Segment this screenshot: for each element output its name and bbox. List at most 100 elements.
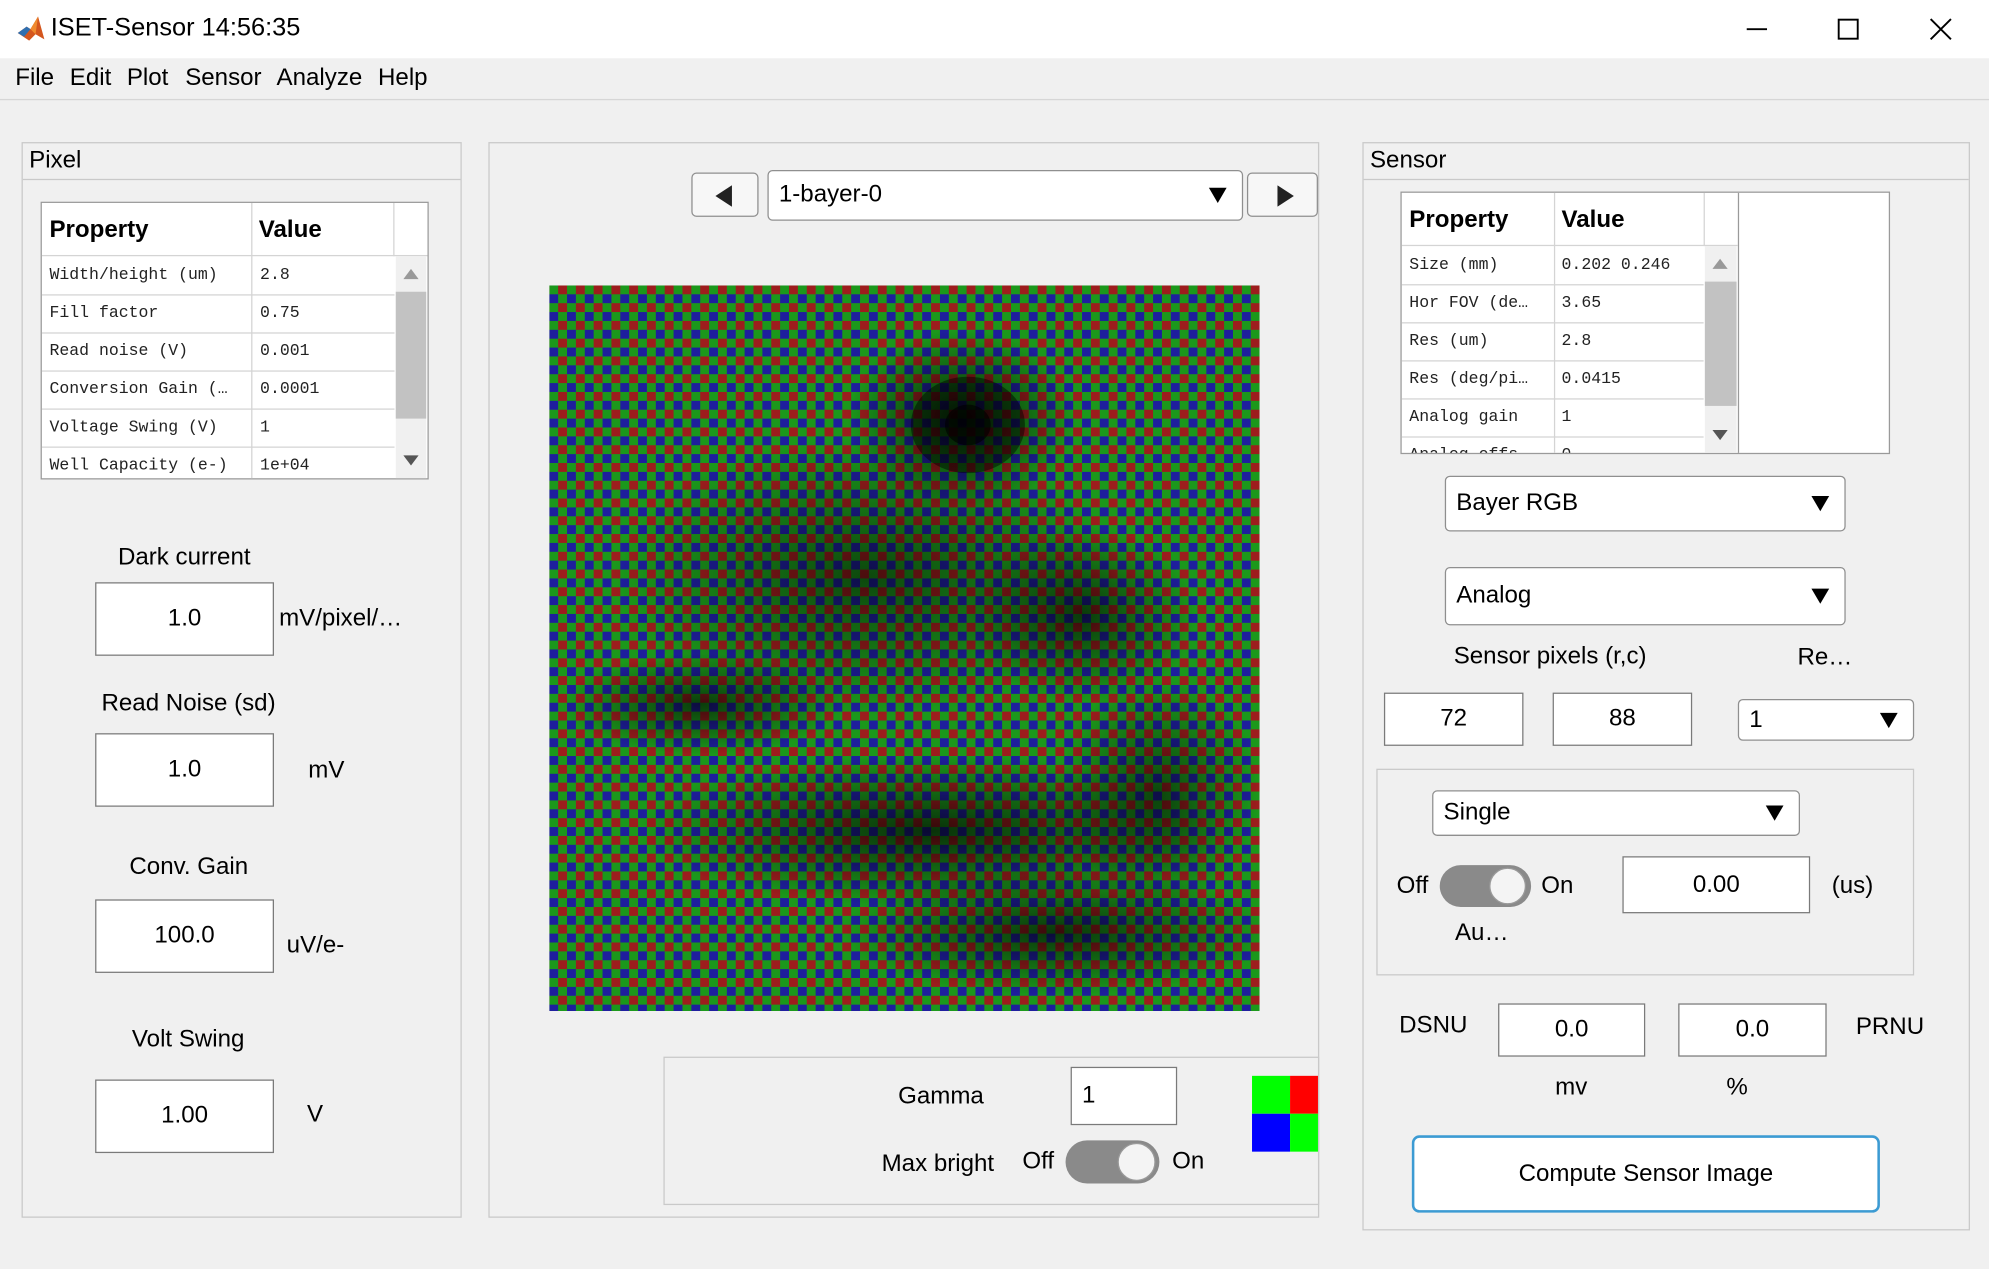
conv-gain-input[interactable]: 100.0: [95, 899, 274, 973]
compute-sensor-image-button[interactable]: Compute Sensor Image: [1411, 1135, 1880, 1213]
minimize-icon: [1746, 28, 1768, 31]
sensor-table-cell[interactable]: Res (deg/pi…: [1409, 369, 1549, 388]
resolution-dropdown-value: 1: [1749, 705, 1763, 733]
pixel-table-cell[interactable]: Read noise (V): [49, 341, 246, 360]
cfa-dropdown[interactable]: Bayer RGB: [1444, 475, 1846, 532]
pixel-table-row-line: [41, 370, 395, 372]
resolution-dropdown[interactable]: 1: [1737, 698, 1915, 741]
close-button[interactable]: [1896, 0, 1985, 58]
menu-plot[interactable]: Plot: [127, 65, 169, 93]
pixel-table-column-divider: [251, 202, 253, 479]
sensor-selector-dropdown[interactable]: 1-bayer-0: [767, 169, 1244, 221]
pixel-table-row-line: [41, 294, 395, 296]
volt-swing-input[interactable]: 1.00: [95, 1079, 274, 1154]
sensor-table-cell[interactable]: 1: [1562, 407, 1702, 426]
quantization-dropdown[interactable]: Analog: [1444, 567, 1846, 626]
pixel-table-row-line: [41, 332, 395, 334]
pixel-table-cell[interactable]: Width/height (um): [49, 265, 246, 284]
scroll-up-icon[interactable]: [403, 268, 419, 280]
chevron-down-icon: [1811, 495, 1830, 512]
sensor-table-scroll-thumb[interactable]: [1704, 281, 1737, 406]
maximize-button[interactable]: [1804, 0, 1893, 58]
max-bright-off-label: Off: [1022, 1147, 1055, 1175]
pixel-table-header-property[interactable]: Property: [49, 217, 148, 245]
prnu-label: PRNU: [1855, 1013, 1925, 1041]
sensor-table-cell[interactable]: 3.65: [1562, 293, 1702, 312]
gamma-input[interactable]: 1: [1070, 1066, 1178, 1126]
title-bar: ISET-Sensor 14:56:35: [0, 0, 1989, 59]
sensor-table-row-line: [1401, 322, 1704, 324]
sensor-table-row-line: [1401, 436, 1704, 438]
sensor-table-cell[interactable]: Size (mm): [1409, 255, 1549, 274]
scroll-up-icon[interactable]: [1712, 258, 1728, 269]
menu-edit[interactable]: Edit: [70, 65, 112, 93]
pixel-table-cell[interactable]: 1e+04: [260, 455, 387, 474]
exposure-unit: (us): [1831, 872, 1874, 900]
pixel-table-cell[interactable]: 0.0001: [260, 379, 387, 398]
sensor-panel-divider: [1363, 178, 1969, 181]
cfa-dropdown-value: Bayer RGB: [1456, 489, 1579, 517]
read-noise-unit: mV: [308, 757, 345, 784]
read-noise-input[interactable]: 1.0: [95, 733, 274, 807]
dark-current-input[interactable]: 1.0: [95, 582, 274, 656]
pixel-table-cell[interactable]: 1: [260, 417, 387, 436]
menu-sensor[interactable]: Sensor: [185, 65, 261, 93]
pixel-table-scroll-thumb[interactable]: [395, 291, 427, 419]
menu-bar: File Edit Plot Sensor Analyze Help: [0, 58, 1989, 101]
conv-gain-unit: uV/e-: [286, 932, 345, 959]
sensor-table-cell[interactable]: 2.8: [1562, 331, 1702, 350]
previous-button[interactable]: [691, 172, 759, 217]
dsnu-input[interactable]: 0.0: [1498, 1003, 1646, 1057]
sensor-table-cell[interactable]: Analog offs…: [1409, 445, 1549, 453]
sensor-table-header-value[interactable]: Value: [1562, 207, 1625, 235]
menu-help[interactable]: Help: [378, 65, 428, 93]
sensor-cols-input[interactable]: 88: [1552, 692, 1693, 746]
pixel-table-cell[interactable]: Fill factor: [49, 303, 246, 322]
pixel-property-table[interactable]: Property Value Width/height (um) 2.8 Fil…: [40, 201, 429, 480]
chevron-down-icon: [1765, 805, 1784, 821]
pixel-table-cell[interactable]: Voltage Swing (V): [49, 417, 246, 436]
sensor-panel-title: Sensor: [1369, 147, 1447, 174]
toggle-knob: [1489, 867, 1527, 905]
sensor-table-header-property[interactable]: Property: [1409, 207, 1508, 235]
pixel-table-header-value[interactable]: Value: [259, 217, 322, 245]
maximize-icon: [1837, 18, 1859, 40]
toggle-knob: [1117, 1142, 1156, 1181]
max-bright-toggle[interactable]: [1065, 1140, 1160, 1184]
pixel-table-cell[interactable]: 0.75: [260, 303, 387, 322]
prnu-input[interactable]: 0.0: [1678, 1003, 1827, 1057]
pixel-table-cell[interactable]: 0.001: [260, 341, 387, 360]
pixel-table-header-divider: [393, 202, 395, 257]
scroll-down-icon[interactable]: [1712, 430, 1728, 441]
sensor-table-cell[interactable]: 0: [1562, 445, 1702, 453]
exposure-time-input[interactable]: 0.00: [1622, 856, 1811, 914]
scroll-down-icon[interactable]: [403, 455, 419, 466]
sensor-table-cell[interactable]: Hor FOV (de…: [1409, 293, 1549, 312]
menu-file[interactable]: File: [15, 65, 54, 93]
next-button[interactable]: [1246, 172, 1318, 217]
sensor-table-row-line: [1401, 284, 1704, 286]
conv-gain-label: Conv. Gain: [129, 853, 249, 881]
pixel-table-scrollbar[interactable]: [395, 256, 427, 479]
dark-current-unit: mV/pixel/…: [279, 605, 403, 632]
pixel-table-cell[interactable]: 2.8: [260, 265, 387, 284]
sensor-table-cell[interactable]: 0.0415: [1562, 369, 1702, 388]
cfa-pattern-icon: [1252, 1075, 1318, 1152]
auto-exposure-toggle[interactable]: [1439, 865, 1532, 907]
sensor-table-cell[interactable]: Analog gain: [1409, 407, 1549, 426]
exposure-mode-dropdown[interactable]: Single: [1432, 790, 1801, 836]
menu-analyze[interactable]: Analyze: [277, 65, 363, 93]
pixel-table-cell[interactable]: Conversion Gain (…: [49, 379, 246, 398]
sensor-table-cell[interactable]: 0.202 0.246: [1562, 255, 1702, 274]
sensor-property-table[interactable]: Property Value Size (mm) 0.202 0.246 Hor…: [1400, 191, 1891, 455]
sensor-table-row-line: [1401, 360, 1704, 362]
sensor-table-scrollbar[interactable]: [1704, 246, 1737, 453]
sensor-table-cell[interactable]: Res (um): [1409, 331, 1549, 350]
pixel-table-cell[interactable]: Well Capacity (e-): [49, 455, 246, 474]
prnu-unit: %: [1726, 1074, 1748, 1102]
minimize-button[interactable]: [1712, 0, 1801, 58]
auto-exposure-label: Au…: [1454, 919, 1509, 947]
pixel-table-row-line: [41, 408, 395, 410]
sensor-image[interactable]: [549, 285, 1260, 1011]
sensor-rows-input[interactable]: 72: [1383, 692, 1524, 746]
